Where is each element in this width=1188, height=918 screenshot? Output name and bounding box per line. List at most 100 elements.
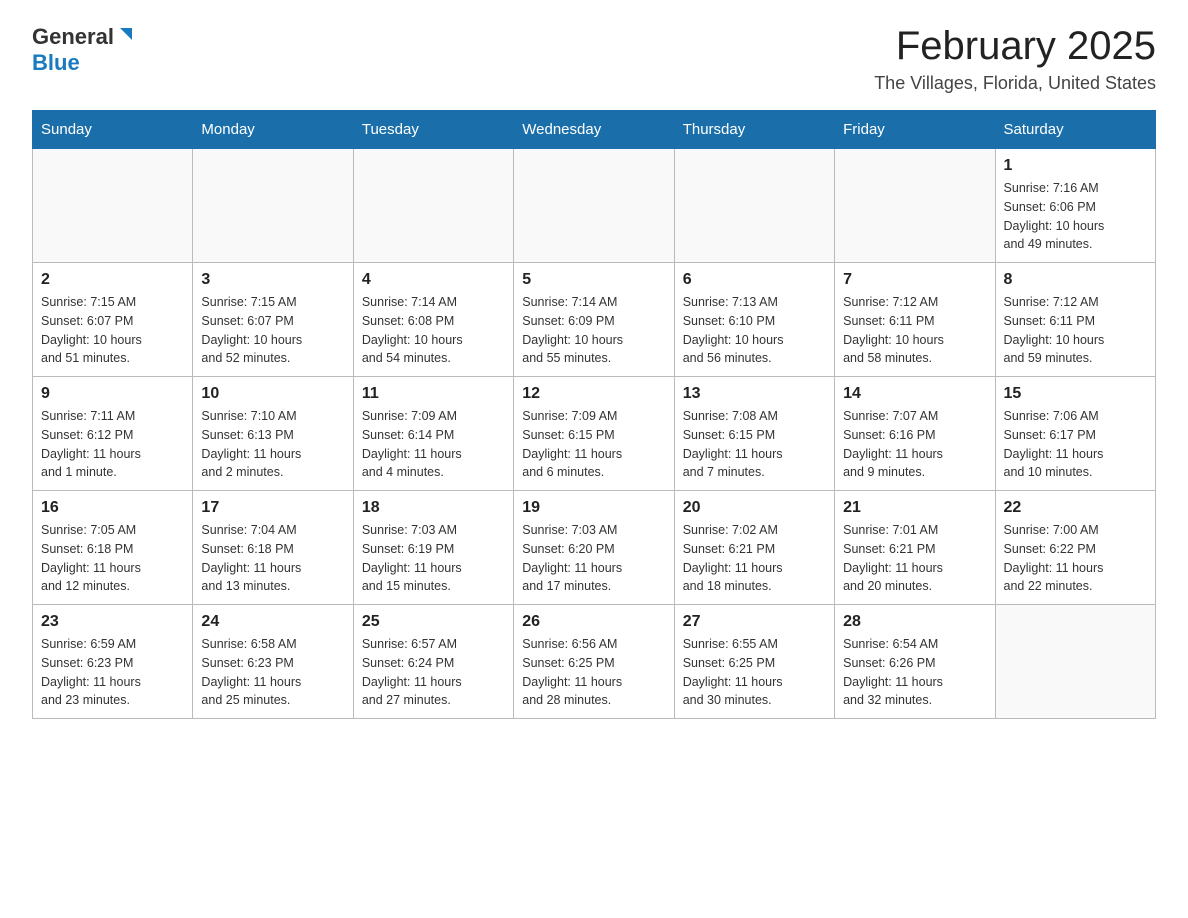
day-number: 12 — [522, 385, 665, 403]
calendar-day-cell: 2 Sunrise: 7:15 AM Sunset: 6:07 PM Daylig… — [33, 263, 193, 377]
day-number: 4 — [362, 271, 505, 289]
day-info: Sunrise: 7:14 AM Sunset: 6:08 PM Dayligh… — [362, 293, 505, 368]
day-info: Sunrise: 7:07 AM Sunset: 6:16 PM Dayligh… — [843, 407, 986, 482]
day-info: Sunrise: 6:58 AM Sunset: 6:23 PM Dayligh… — [201, 635, 344, 710]
calendar-day-cell: 5 Sunrise: 7:14 AM Sunset: 6:09 PM Daylig… — [514, 263, 674, 377]
calendar-day-cell — [674, 149, 834, 263]
day-info: Sunrise: 7:11 AM Sunset: 6:12 PM Dayligh… — [41, 407, 184, 482]
day-info: Sunrise: 7:06 AM Sunset: 6:17 PM Dayligh… — [1004, 407, 1147, 482]
calendar-week-row: 9Sunrise: 7:11 AM Sunset: 6:12 PM Daylig… — [33, 377, 1156, 491]
day-info: Sunrise: 6:54 AM Sunset: 6:26 PM Dayligh… — [843, 635, 986, 710]
calendar-day-cell: 25 Sunrise: 6:57 AM Sunset: 6:24 PM Dayli… — [353, 605, 513, 719]
day-number: 11 — [362, 385, 505, 403]
calendar-day-cell: 27 Sunrise: 6:55 AM Sunset: 6:25 PM Dayli… — [674, 605, 834, 719]
day-number: 18 — [362, 499, 505, 517]
day-number: 6 — [683, 271, 826, 289]
calendar-table: SundayMondayTuesdayWednesdayThursdayFrid… — [32, 110, 1156, 719]
calendar-day-cell: 17 Sunrise: 7:04 AM Sunset: 6:18 PM Dayli… — [193, 491, 353, 605]
calendar-day-cell: 22 Sunrise: 7:00 AM Sunset: 6:22 PM Dayli… — [995, 491, 1155, 605]
calendar-day-cell: 16 Sunrise: 7:05 AM Sunset: 6:18 PM Dayli… — [33, 491, 193, 605]
day-number: 14 — [843, 385, 986, 403]
day-number: 13 — [683, 385, 826, 403]
day-info: Sunrise: 7:12 AM Sunset: 6:11 PM Dayligh… — [1004, 293, 1147, 368]
calendar-day-cell: 23 Sunrise: 6:59 AM Sunset: 6:23 PM Dayli… — [33, 605, 193, 719]
day-info: Sunrise: 6:56 AM Sunset: 6:25 PM Dayligh… — [522, 635, 665, 710]
day-number: 28 — [843, 613, 986, 631]
day-info: Sunrise: 7:00 AM Sunset: 6:22 PM Dayligh… — [1004, 521, 1147, 596]
day-of-week-header: Friday — [835, 111, 995, 149]
day-info: Sunrise: 6:57 AM Sunset: 6:24 PM Dayligh… — [362, 635, 505, 710]
day-number: 10 — [201, 385, 344, 403]
day-number: 3 — [201, 271, 344, 289]
day-info: Sunrise: 7:03 AM Sunset: 6:19 PM Dayligh… — [362, 521, 505, 596]
day-number: 22 — [1004, 499, 1147, 517]
day-info: Sunrise: 7:02 AM Sunset: 6:21 PM Dayligh… — [683, 521, 826, 596]
day-number: 27 — [683, 613, 826, 631]
day-number: 2 — [41, 271, 184, 289]
calendar-day-cell: 11 Sunrise: 7:09 AM Sunset: 6:14 PM Dayli… — [353, 377, 513, 491]
day-info: Sunrise: 7:14 AM Sunset: 6:09 PM Dayligh… — [522, 293, 665, 368]
day-of-week-header: Thursday — [674, 111, 834, 149]
day-info: Sunrise: 7:09 AM Sunset: 6:15 PM Dayligh… — [522, 407, 665, 482]
day-of-week-header: Sunday — [33, 111, 193, 149]
logo-general-text: General — [32, 24, 114, 50]
day-info: Sunrise: 7:08 AM Sunset: 6:15 PM Dayligh… — [683, 407, 826, 482]
calendar-day-cell: 20 Sunrise: 7:02 AM Sunset: 6:21 PM Dayli… — [674, 491, 834, 605]
calendar-week-row: 23 Sunrise: 6:59 AM Sunset: 6:23 PM Dayli… — [33, 605, 1156, 719]
calendar-day-cell: 26 Sunrise: 6:56 AM Sunset: 6:25 PM Dayli… — [514, 605, 674, 719]
calendar-day-cell — [33, 149, 193, 263]
calendar-day-cell — [995, 605, 1155, 719]
calendar-day-cell: 7 Sunrise: 7:12 AM Sunset: 6:11 PM Daylig… — [835, 263, 995, 377]
calendar-header: SundayMondayTuesdayWednesdayThursdayFrid… — [33, 111, 1156, 149]
day-info: Sunrise: 6:55 AM Sunset: 6:25 PM Dayligh… — [683, 635, 826, 710]
calendar-day-cell: 9Sunrise: 7:11 AM Sunset: 6:12 PM Daylig… — [33, 377, 193, 491]
days-of-week-row: SundayMondayTuesdayWednesdayThursdayFrid… — [33, 111, 1156, 149]
calendar-day-cell — [353, 149, 513, 263]
day-info: Sunrise: 7:10 AM Sunset: 6:13 PM Dayligh… — [201, 407, 344, 482]
calendar-day-cell: 4 Sunrise: 7:14 AM Sunset: 6:08 PM Daylig… — [353, 263, 513, 377]
calendar-day-cell — [514, 149, 674, 263]
calendar-day-cell: 15 Sunrise: 7:06 AM Sunset: 6:17 PM Dayli… — [995, 377, 1155, 491]
calendar-day-cell: 8 Sunrise: 7:12 AM Sunset: 6:11 PM Daylig… — [995, 263, 1155, 377]
day-number: 7 — [843, 271, 986, 289]
calendar-day-cell: 6 Sunrise: 7:13 AM Sunset: 6:10 PM Daylig… — [674, 263, 834, 377]
calendar-week-row: 1 Sunrise: 7:16 AM Sunset: 6:06 PM Daylig… — [33, 149, 1156, 263]
day-number: 25 — [362, 613, 505, 631]
calendar-day-cell: 24Sunrise: 6:58 AM Sunset: 6:23 PM Dayli… — [193, 605, 353, 719]
calendar-day-cell: 10 Sunrise: 7:10 AM Sunset: 6:13 PM Dayli… — [193, 377, 353, 491]
calendar-day-cell: 12 Sunrise: 7:09 AM Sunset: 6:15 PM Dayli… — [514, 377, 674, 491]
page-header: General Blue February 2025 The Villages,… — [32, 24, 1156, 94]
calendar-week-row: 16 Sunrise: 7:05 AM Sunset: 6:18 PM Dayli… — [33, 491, 1156, 605]
day-info: Sunrise: 7:05 AM Sunset: 6:18 PM Dayligh… — [41, 521, 184, 596]
calendar-day-cell — [193, 149, 353, 263]
day-number: 8 — [1004, 271, 1147, 289]
day-number: 26 — [522, 613, 665, 631]
logo-triangle-icon — [114, 26, 136, 48]
day-info: Sunrise: 7:13 AM Sunset: 6:10 PM Dayligh… — [683, 293, 826, 368]
day-number: 5 — [522, 271, 665, 289]
calendar-day-cell: 14 Sunrise: 7:07 AM Sunset: 6:16 PM Dayli… — [835, 377, 995, 491]
day-number: 23 — [41, 613, 184, 631]
calendar-body: 1 Sunrise: 7:16 AM Sunset: 6:06 PM Daylig… — [33, 149, 1156, 719]
day-info: Sunrise: 7:04 AM Sunset: 6:18 PM Dayligh… — [201, 521, 344, 596]
day-of-week-header: Saturday — [995, 111, 1155, 149]
day-info: Sunrise: 7:15 AM Sunset: 6:07 PM Dayligh… — [41, 293, 184, 368]
logo: General Blue — [32, 24, 136, 76]
day-info: Sunrise: 6:59 AM Sunset: 6:23 PM Dayligh… — [41, 635, 184, 710]
day-info: Sunrise: 7:03 AM Sunset: 6:20 PM Dayligh… — [522, 521, 665, 596]
calendar-day-cell: 21Sunrise: 7:01 AM Sunset: 6:21 PM Dayli… — [835, 491, 995, 605]
day-number: 17 — [201, 499, 344, 517]
location-subtitle: The Villages, Florida, United States — [874, 73, 1156, 94]
day-info: Sunrise: 7:12 AM Sunset: 6:11 PM Dayligh… — [843, 293, 986, 368]
day-info: Sunrise: 7:15 AM Sunset: 6:07 PM Dayligh… — [201, 293, 344, 368]
day-number: 15 — [1004, 385, 1147, 403]
title-area: February 2025 The Villages, Florida, Uni… — [874, 24, 1156, 94]
day-number: 1 — [1004, 157, 1147, 175]
day-info: Sunrise: 7:01 AM Sunset: 6:21 PM Dayligh… — [843, 521, 986, 596]
day-number: 16 — [41, 499, 184, 517]
day-info: Sunrise: 7:16 AM Sunset: 6:06 PM Dayligh… — [1004, 179, 1147, 254]
logo-blue-text: Blue — [32, 50, 80, 76]
day-number: 19 — [522, 499, 665, 517]
day-number: 20 — [683, 499, 826, 517]
day-info: Sunrise: 7:09 AM Sunset: 6:14 PM Dayligh… — [362, 407, 505, 482]
